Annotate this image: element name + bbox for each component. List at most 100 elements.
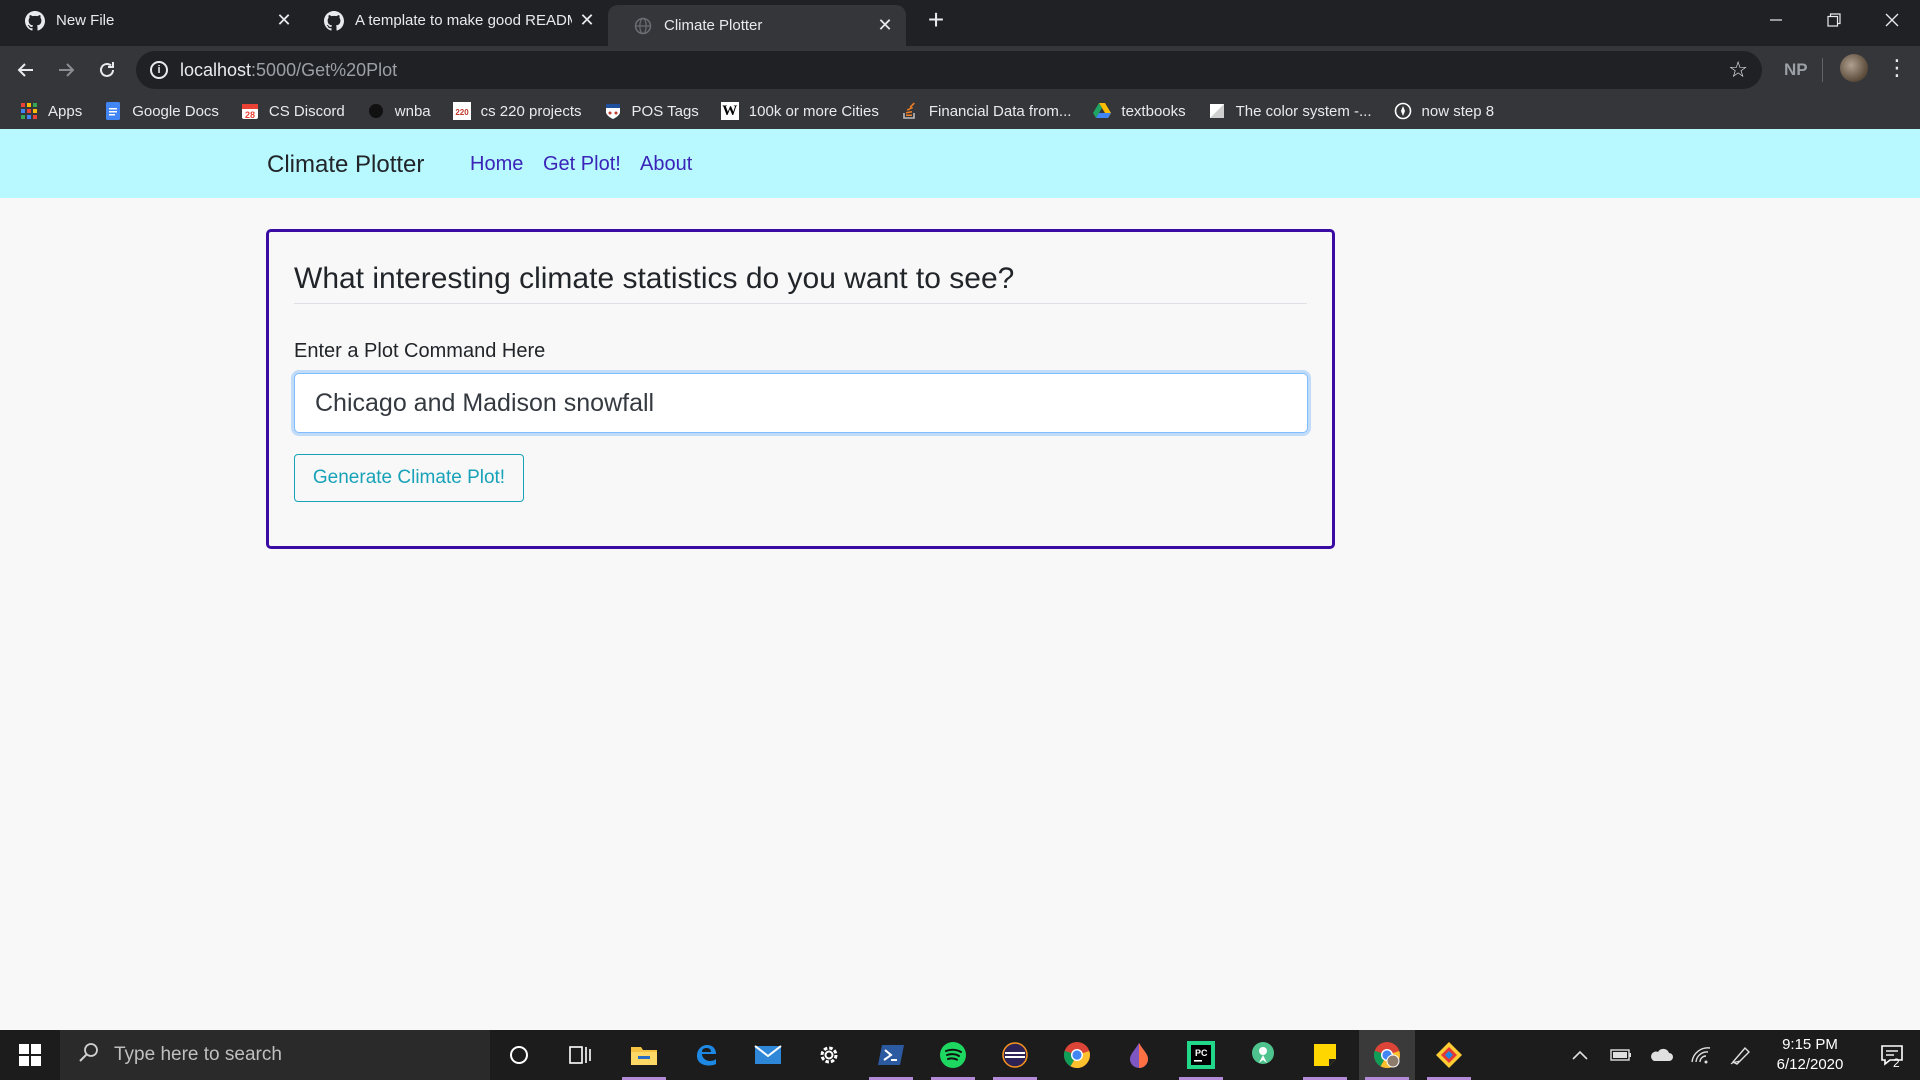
windows-taskbar: Type here to search PC 9:15 PM 6/12/2020… [0, 1030, 1920, 1080]
tab-close-icon[interactable]: ✕ [576, 10, 598, 32]
svg-text:28: 28 [245, 110, 255, 120]
form-heading: What interesting climate statistics do y… [294, 262, 1015, 295]
url-host: localhost [180, 59, 252, 80]
material-icon [1208, 102, 1226, 120]
back-arrow-icon[interactable] [8, 52, 44, 88]
google-docs-icon [104, 102, 122, 120]
window-close-icon[interactable] [1864, 0, 1920, 40]
tab-title: Climate Plotter [664, 17, 763, 34]
navbar-brand[interactable]: Climate Plotter [267, 151, 424, 179]
tab-new-file[interactable]: New File ✕ [0, 0, 305, 41]
tab-close-icon[interactable]: ✕ [273, 10, 295, 32]
penn-icon [604, 102, 622, 120]
minimize-icon[interactable] [1748, 0, 1804, 40]
cortana-icon[interactable] [491, 1030, 547, 1080]
powershell-icon[interactable] [863, 1030, 919, 1080]
bookmarks-bar: Apps Google Docs 28 CS Discord wnba 220 … [0, 96, 1920, 126]
stackoverflow-icon [901, 102, 919, 120]
bookmark-label: Financial Data from... [928, 102, 1072, 120]
reload-icon[interactable] [89, 52, 125, 88]
maps-pin-icon[interactable] [1235, 1030, 1291, 1080]
forward-arrow-icon[interactable] [48, 52, 84, 88]
profile-avatar[interactable] [1840, 54, 1868, 82]
bookmark-textbooks[interactable]: textbooks [1093, 102, 1186, 120]
bookmark-now-step-8[interactable]: now step 8 [1394, 102, 1495, 120]
apps-grid-icon [20, 102, 38, 120]
google-drive-icon [1093, 102, 1112, 120]
bookmark-pos-tags[interactable]: POS Tags [604, 102, 699, 120]
search-icon [78, 1041, 100, 1069]
tab-climate-plotter[interactable]: Climate Plotter ✕ [608, 5, 906, 46]
plot-form-card: What interesting climate statistics do y… [266, 229, 1335, 549]
bookmark-label: Apps [48, 102, 83, 120]
wikipedia-icon: W [720, 102, 739, 120]
compass-icon [1394, 102, 1412, 120]
svg-text:PC: PC [1195, 1048, 1208, 1058]
restore-icon[interactable] [1806, 0, 1862, 40]
action-center-icon[interactable]: 2 [1864, 1030, 1920, 1080]
bookmark-color-system[interactable]: The color system -... [1208, 102, 1372, 120]
address-bar[interactable]: i localhost :5000/Get%20Plot ☆ [136, 51, 1762, 89]
file-explorer-icon[interactable] [616, 1030, 672, 1080]
bookmark-label: now step 8 [1421, 102, 1495, 120]
task-view-icon[interactable] [552, 1030, 608, 1080]
chrome-profile-icon[interactable] [1359, 1030, 1415, 1080]
sticky-notes-icon[interactable] [1297, 1030, 1353, 1080]
search-placeholder: Type here to search [114, 1044, 282, 1065]
tab-readme-template[interactable]: A template to make good READM ✕ [305, 0, 608, 41]
new-tab-button[interactable]: + [922, 6, 950, 34]
battery-icon[interactable] [1604, 1030, 1638, 1080]
bookmark-cs-discord[interactable]: 28 CS Discord [241, 102, 345, 120]
heading-divider [294, 303, 1307, 304]
pycharm-icon[interactable]: PC [1173, 1030, 1229, 1080]
spotify-icon[interactable] [925, 1030, 981, 1080]
bookmark-100k-cities[interactable]: W 100k or more Cities [720, 102, 879, 120]
tab-close-icon[interactable]: ✕ [874, 15, 896, 37]
bookmark-label: The color system -... [1235, 102, 1372, 120]
mail-icon[interactable] [740, 1030, 796, 1080]
wifi-icon[interactable] [1684, 1030, 1718, 1080]
browser-toolbar: i localhost :5000/Get%20Plot ☆ NP ⋮ Apps… [0, 46, 1920, 129]
onedrive-cloud-icon[interactable] [1644, 1030, 1678, 1080]
bookmark-financial-data[interactable]: Financial Data from... [901, 102, 1072, 120]
bookmark-label: POS Tags [631, 102, 699, 120]
nav-link-get-plot[interactable]: Get Plot! [543, 153, 621, 176]
bookmark-cs-220-projects[interactable]: 220 cs 220 projects [452, 102, 582, 120]
nav-link-home[interactable]: Home [470, 153, 523, 176]
bookmark-apps[interactable]: Apps [20, 102, 82, 120]
github-icon [24, 10, 46, 32]
git-kraken-icon[interactable] [1421, 1030, 1477, 1080]
chrome-icon[interactable] [1049, 1030, 1105, 1080]
notification-count: 2 [1893, 1056, 1900, 1070]
tray-overflow-icon[interactable] [1565, 1030, 1595, 1080]
plot-command-label: Enter a Plot Command Here [294, 340, 546, 362]
pen-ink-icon[interactable] [1724, 1030, 1758, 1080]
plot-command-input[interactable] [315, 388, 1307, 418]
nav-link-about[interactable]: About [640, 153, 692, 176]
bookmark-label: Google Docs [132, 102, 219, 120]
edge-icon[interactable] [678, 1030, 734, 1080]
eclipse-icon[interactable] [987, 1030, 1043, 1080]
globe-icon [632, 15, 654, 37]
browser-tab-strip: New File ✕ A template to make good READM… [0, 0, 1920, 46]
generate-plot-button[interactable]: Generate Climate Plot! [294, 454, 524, 502]
svg-text:220: 220 [455, 108, 469, 117]
settings-gear-icon[interactable] [801, 1030, 857, 1080]
site-navbar: Climate Plotter Home Get Plot! About [0, 129, 1920, 198]
tab-title: A template to make good READM [355, 12, 572, 29]
np-extension-icon[interactable]: NP [1784, 60, 1808, 80]
bookmark-label: textbooks [1121, 102, 1186, 120]
system-clock[interactable]: 9:15 PM 6/12/2020 [1760, 1035, 1860, 1075]
plot-command-field[interactable] [294, 373, 1308, 433]
toolbar-divider [1822, 58, 1823, 82]
paint-drop-icon[interactable] [1111, 1030, 1167, 1080]
windows-start-icon[interactable] [0, 1030, 60, 1080]
bookmark-google-docs[interactable]: Google Docs [104, 102, 219, 120]
github-icon [323, 10, 345, 32]
chrome-menu-icon[interactable]: ⋮ [1886, 54, 1908, 82]
bookmark-star-icon[interactable]: ☆ [1728, 57, 1748, 83]
site-info-icon[interactable]: i [150, 61, 168, 79]
bookmark-wnba[interactable]: wnba [367, 102, 431, 120]
bookmark-label: 100k or more Cities [748, 102, 879, 120]
taskbar-search-box[interactable]: Type here to search [60, 1030, 490, 1080]
